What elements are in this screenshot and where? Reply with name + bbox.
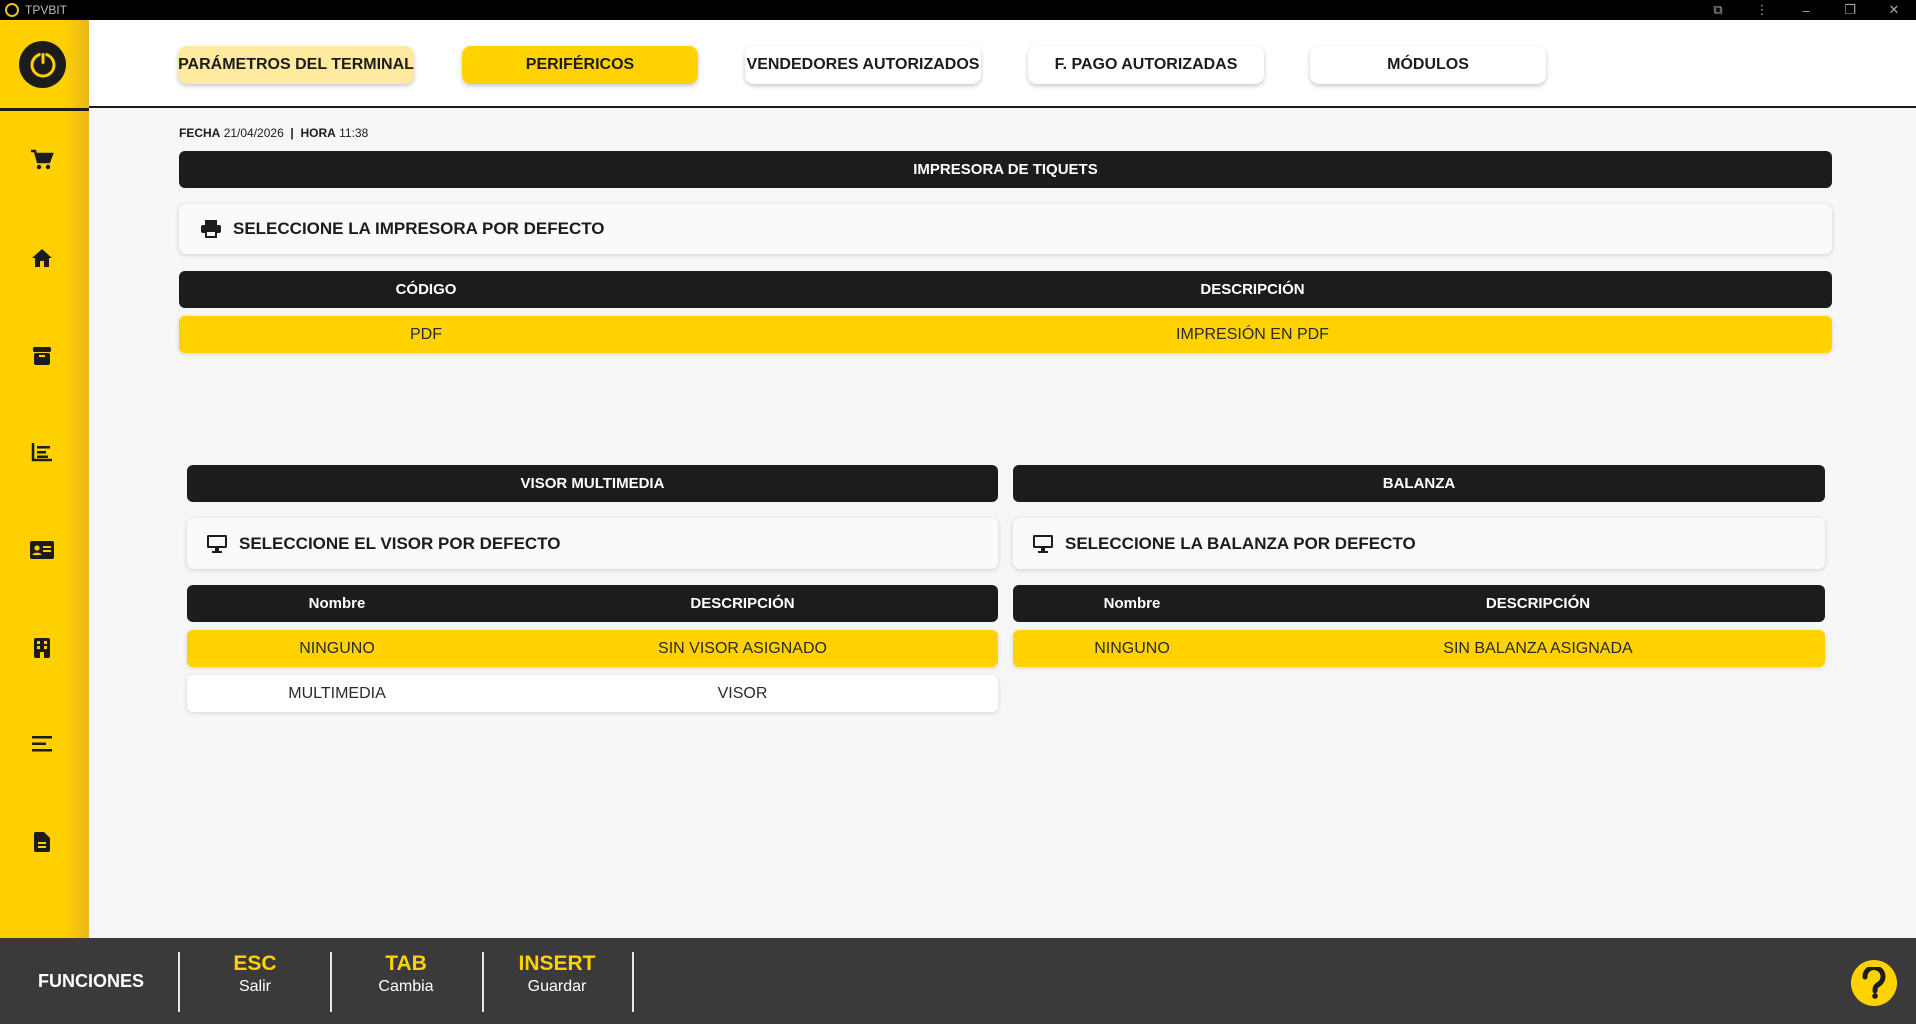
- power-button[interactable]: [19, 41, 66, 88]
- tab-terminal-parameters[interactable]: PARÁMETROS DEL TERMINAL: [178, 46, 414, 84]
- tab-key-label: TAB: [385, 952, 427, 975]
- scale-select[interactable]: SELECCIONE LA BALANZA POR DEFECTO: [1013, 518, 1825, 569]
- window-controls: ⧉ ⋮ – ❐ ✕: [1696, 0, 1916, 20]
- app-logo-icon: [5, 3, 19, 17]
- date-value: 21/04/2026: [223, 126, 284, 140]
- display-col-description: DESCRIPCIÓN: [690, 595, 795, 612]
- esc-action-label: Salir: [238, 978, 271, 995]
- sidebar-item-customers[interactable]: [26, 534, 58, 566]
- chart-icon: [31, 443, 52, 462]
- top-navigation: PARÁMETROS DEL TERMINAL PERIFÉRICOS VEND…: [89, 20, 1916, 108]
- tab-peripherals[interactable]: PERIFÉRICOS: [462, 46, 698, 84]
- time-label: HORA: [300, 126, 336, 140]
- extension-icon[interactable]: ⧉: [1696, 2, 1740, 18]
- tab-modules[interactable]: MÓDULOS: [1310, 46, 1546, 84]
- table-row[interactable]: NINGUNO SIN BALANZA ASIGNADA: [1013, 630, 1825, 667]
- date-label: FECHA: [179, 126, 221, 140]
- printer-section-title: IMPRESORA DE TIQUETS: [179, 151, 1832, 188]
- help-button[interactable]: [1851, 960, 1897, 1006]
- sidebar-item-documents[interactable]: [26, 826, 58, 858]
- insert-key-label: INSERT: [518, 952, 596, 975]
- scale-col-name: Nombre: [1103, 595, 1161, 612]
- sidebar-item-reports[interactable]: [26, 436, 58, 468]
- close-icon[interactable]: ✕: [1872, 2, 1916, 18]
- more-icon[interactable]: ⋮: [1740, 2, 1784, 18]
- help-icon: [1862, 967, 1886, 999]
- display-select[interactable]: SELECCIONE EL VISOR POR DEFECTO: [187, 518, 998, 569]
- monitor-icon: [1033, 534, 1055, 553]
- window-title: TPVBIT: [25, 3, 68, 17]
- box-icon: [33, 347, 51, 365]
- printer-select[interactable]: SELECCIONE LA IMPRESORA POR DEFECTO: [179, 204, 1832, 254]
- esc-exit-button[interactable]: ESC Salir: [180, 952, 330, 1012]
- printer-col-code: CÓDIGO: [395, 281, 457, 298]
- tab-authorized-sellers[interactable]: VENDEDORES AUTORIZADOS: [745, 46, 981, 84]
- table-row[interactable]: PDF IMPRESIÓN EN PDF: [179, 316, 1832, 353]
- scale-col-description: DESCRIPCIÓN: [1485, 595, 1591, 612]
- scale-table-header: Nombre DESCRIPCIÓN: [1013, 585, 1825, 622]
- power-icon: [30, 51, 55, 77]
- list-icon: [32, 736, 52, 752]
- tab-authorized-payment[interactable]: F. PAGO AUTORIZADAS: [1028, 46, 1264, 84]
- display-row-name: NINGUNO: [299, 639, 375, 657]
- minimize-icon[interactable]: –: [1784, 3, 1828, 18]
- building-icon: [34, 638, 50, 658]
- sidebar-item-products[interactable]: [26, 340, 58, 372]
- sidebar-item-cart[interactable]: [26, 144, 58, 176]
- tab-action-label: Cambia: [378, 978, 434, 995]
- sidebar-item-menu[interactable]: [26, 728, 58, 760]
- scale-select-label: SELECCIONE LA BALANZA POR DEFECTO: [1065, 533, 1416, 553]
- sidebar-item-company[interactable]: [26, 632, 58, 664]
- table-row[interactable]: NINGUNO SIN VISOR ASIGNADO: [187, 630, 998, 667]
- display-col-name: Nombre: [308, 595, 366, 612]
- printer-icon: [201, 220, 223, 238]
- functions-label: FUNCIONES: [38, 970, 145, 991]
- display-row-description: SIN VISOR ASIGNADO: [658, 639, 827, 657]
- datetime-separator: |: [290, 126, 294, 140]
- monitor-icon: [207, 534, 229, 553]
- display-row-description: VISOR: [717, 684, 768, 702]
- printer-select-label: SELECCIONE LA IMPRESORA POR DEFECTO: [233, 219, 605, 238]
- esc-key-label: ESC: [233, 952, 277, 975]
- time-value: 11:38: [339, 126, 369, 140]
- divider: [632, 952, 634, 1012]
- window-titlebar: TPVBIT ⧉ ⋮ – ❐ ✕: [0, 0, 1916, 20]
- display-select-label: SELECCIONE EL VISOR POR DEFECTO: [239, 533, 561, 553]
- cart-icon: [31, 149, 54, 170]
- display-row-name: MULTIMEDIA: [288, 684, 386, 702]
- printer-table-header: CÓDIGO DESCRIPCIÓN: [179, 271, 1832, 308]
- table-row[interactable]: MULTIMEDIA VISOR: [187, 675, 998, 712]
- printer-row-code: PDF: [410, 325, 442, 343]
- home-icon: [32, 249, 52, 267]
- scale-row-name: NINGUNO: [1094, 639, 1170, 657]
- printer-row-description: IMPRESIÓN EN PDF: [1176, 325, 1329, 343]
- display-section-title: VISOR MULTIMEDIA: [187, 465, 998, 502]
- display-table-header: Nombre DESCRIPCIÓN: [187, 585, 998, 622]
- scale-row-description: SIN BALANZA ASIGNADA: [1443, 639, 1633, 657]
- sidebar-item-home[interactable]: [26, 242, 58, 274]
- sidebar-divider: [0, 108, 89, 111]
- datetime-line: FECHA 21/04/2026 | HORA 11:38: [179, 126, 368, 140]
- id-card-icon: [30, 541, 54, 559]
- scale-section-title: BALANZA: [1013, 465, 1825, 502]
- function-bar: FUNCIONES ESC Salir TAB Cambia INSERT Gu…: [0, 938, 1916, 1024]
- sidebar: [0, 20, 89, 938]
- tab-switch-button[interactable]: TAB Cambia: [331, 952, 481, 1012]
- insert-action-label: Guardar: [527, 978, 587, 995]
- printer-col-description: DESCRIPCIÓN: [1200, 281, 1305, 298]
- insert-save-button[interactable]: INSERT Guardar: [482, 952, 632, 1012]
- restore-icon[interactable]: ❐: [1828, 2, 1872, 18]
- document-icon: [34, 832, 50, 852]
